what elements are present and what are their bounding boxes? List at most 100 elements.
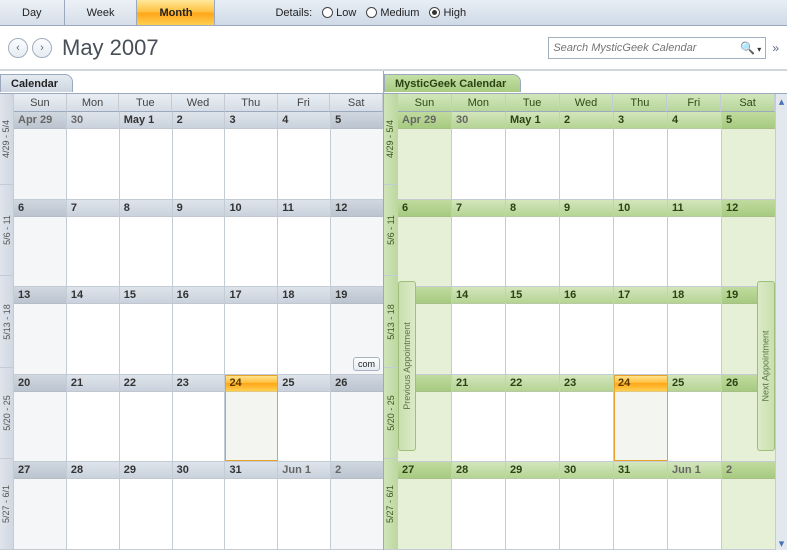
search-box[interactable]: 🔍 [548,37,766,59]
day-cell[interactable]: 20 [14,375,67,462]
detail-medium-radio[interactable]: Medium [366,7,419,19]
day-cell[interactable]: 15 [506,287,560,374]
day-cell[interactable]: 6 [398,200,452,287]
search-icon[interactable]: 🔍 [736,41,761,55]
day-cell[interactable]: 9 [560,200,614,287]
scroll-down-icon[interactable]: ▾ [776,536,787,550]
day-cell[interactable]: 16 [560,287,614,374]
day-number: Jun 1 [668,462,721,479]
day-cell[interactable]: 18 [278,287,331,374]
view-month-button[interactable]: Month [137,0,215,25]
week-range-label[interactable]: 5/27 - 6/1 [0,459,14,550]
day-cell[interactable]: 26 [331,375,383,462]
expand-chevron-icon[interactable]: » [772,41,779,55]
week-range-label[interactable]: 5/6 - 11 [0,185,14,276]
week-range-label[interactable]: 4/29 - 5/4 [384,94,398,185]
week-range-label[interactable]: 5/13 - 18 [384,276,398,367]
detail-low-radio[interactable]: Low [322,7,356,19]
month-grid: 4/29 - 5/45/6 - 115/13 - 185/20 - 255/27… [0,93,383,550]
day-cell[interactable]: 12 [331,200,383,287]
previous-appointment-handle[interactable]: Previous Appointment [398,281,416,451]
week-range-label[interactable]: 5/27 - 6/1 [384,459,398,550]
day-cell[interactable]: 30 [173,462,226,549]
day-cell[interactable]: 31 [225,462,278,549]
day-cell[interactable]: 10 [614,200,668,287]
day-cell[interactable]: 14 [452,287,506,374]
day-cell[interactable]: 27 [398,462,452,549]
appointment-badge[interactable]: com [353,357,380,371]
day-cell[interactable]: May 1 [120,112,173,199]
day-cell[interactable]: 27 [14,462,67,549]
day-cell[interactable]: 16 [173,287,226,374]
day-number: 27 [398,462,451,479]
view-day-button[interactable]: Day [0,0,65,25]
day-cell[interactable]: 22 [120,375,173,462]
day-cell[interactable]: 21 [452,375,506,462]
day-cell[interactable]: 2 [331,462,383,549]
day-cell[interactable]: 8 [506,200,560,287]
day-cell[interactable]: 28 [452,462,506,549]
pane-tab-label[interactable]: MysticGeek Calendar [384,74,521,92]
day-cell[interactable]: 21 [67,375,120,462]
week-range-label[interactable]: 5/20 - 25 [384,368,398,459]
day-cell[interactable]: 25 [668,375,722,462]
day-cell[interactable]: 14 [67,287,120,374]
day-cell[interactable]: Jun 1 [278,462,331,549]
next-appointment-handle[interactable]: Next Appointment [757,281,775,451]
day-cell[interactable]: 7 [452,200,506,287]
day-cell[interactable]: 23 [560,375,614,462]
day-cell[interactable]: 18 [668,287,722,374]
day-cell[interactable]: 17 [614,287,668,374]
search-input[interactable] [553,42,736,54]
day-cell[interactable]: 30 [452,112,506,199]
day-cell[interactable]: 17 [225,287,278,374]
day-cell[interactable]: 13 [14,287,67,374]
day-cell[interactable]: 28 [67,462,120,549]
day-cell[interactable]: 9 [173,200,226,287]
day-number: 9 [173,200,225,217]
day-cell[interactable]: 2 [560,112,614,199]
day-cell[interactable]: 2 [173,112,226,199]
scroll-up-icon[interactable]: ▴ [776,94,787,108]
day-cell[interactable]: 22 [506,375,560,462]
day-cell[interactable]: 11 [278,200,331,287]
day-cell[interactable]: 12 [722,200,775,287]
day-cell[interactable]: 30 [67,112,120,199]
day-cell[interactable]: 11 [668,200,722,287]
day-cell[interactable]: 15 [120,287,173,374]
day-cell[interactable]: Jun 1 [668,462,722,549]
week-range-label[interactable]: 5/13 - 18 [0,276,14,367]
day-cell[interactable]: Apr 29 [398,112,452,199]
view-week-button[interactable]: Week [65,0,138,25]
nav-back-button[interactable]: ‹ [8,38,28,58]
day-cell[interactable]: 30 [560,462,614,549]
day-cell[interactable]: 8 [120,200,173,287]
day-cell[interactable]: 29 [120,462,173,549]
week-range-label[interactable]: 4/29 - 5/4 [0,94,14,185]
day-cell[interactable]: 31 [614,462,668,549]
pane-tab-label[interactable]: Calendar [0,74,73,92]
day-cell[interactable]: 7 [67,200,120,287]
day-cell[interactable]: 24 [614,375,668,462]
day-cell[interactable]: 6 [14,200,67,287]
day-cell[interactable]: 3 [614,112,668,199]
day-cell[interactable]: 2 [722,462,775,549]
day-cell[interactable]: 5 [331,112,383,199]
day-cell[interactable]: 4 [278,112,331,199]
day-cell[interactable]: 29 [506,462,560,549]
day-cell[interactable]: Apr 29 [14,112,67,199]
day-cell[interactable]: 10 [225,200,278,287]
detail-high-radio[interactable]: High [429,7,466,19]
nav-forward-button[interactable]: › [32,38,52,58]
day-cell[interactable]: 24 [225,375,278,462]
day-cell[interactable]: 23 [173,375,226,462]
day-cell[interactable]: 5 [722,112,775,199]
day-cell[interactable]: 25 [278,375,331,462]
week-range-label[interactable]: 5/6 - 11 [384,185,398,276]
vertical-scrollbar[interactable]: ▴ ▾ [775,94,787,550]
day-cell[interactable]: 3 [225,112,278,199]
day-cell[interactable]: 4 [668,112,722,199]
day-cell[interactable]: May 1 [506,112,560,199]
week-range-label[interactable]: 5/20 - 25 [0,368,14,459]
day-cell[interactable]: 19com [331,287,383,374]
